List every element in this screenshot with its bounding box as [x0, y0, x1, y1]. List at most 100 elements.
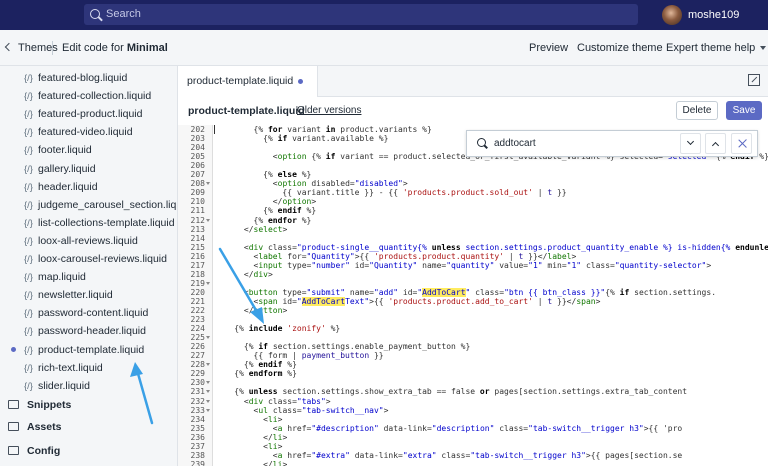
line-number: 206: [190, 161, 205, 171]
code-line[interactable]: {% endfor %}: [215, 216, 312, 225]
fold-toggle-icon[interactable]: [206, 408, 210, 412]
sidebar-file-loox-all-reviews-liquid[interactable]: {/} loox-all-reviews.liquid: [24, 232, 138, 250]
folder-assets[interactable]: Assets: [8, 418, 61, 436]
sidebar-file-slider-liquid[interactable]: {/} slider.liquid: [24, 377, 90, 395]
code-line[interactable]: <button type="submit" name="add" id="Add…: [215, 287, 716, 297]
sidebar-file-featured-video-liquid[interactable]: {/} featured-video.liquid: [24, 123, 133, 141]
find-input[interactable]: addtocart: [494, 131, 536, 156]
tab-product-template[interactable]: product-template.liquid: [178, 66, 318, 97]
code-line[interactable]: {% for variant in product.variants %}: [215, 125, 432, 134]
code-line[interactable]: </button>: [215, 306, 287, 315]
code-line[interactable]: {% if section.settings.enable_payment_bu…: [215, 342, 470, 351]
sidebar-file-loox-carousel-reviews-liquid[interactable]: {/} loox-carousel-reviews.liquid: [24, 250, 167, 268]
search-input[interactable]: Search: [84, 4, 638, 25]
line-number: 204: [190, 143, 205, 153]
preview-link[interactable]: Preview: [529, 30, 568, 66]
sidebar-file-label: rich-text.liquid: [38, 361, 103, 374]
line-number: 222: [190, 306, 205, 315]
line-number: 208: [190, 179, 205, 189]
top-bar: Search moshe109 Admin: [0, 0, 768, 51]
line-number: 226: [190, 342, 205, 352]
sidebar-file-gallery-liquid[interactable]: {/} gallery.liquid: [24, 160, 96, 178]
folder-config[interactable]: Config: [8, 442, 60, 460]
find-options-button[interactable]: [680, 133, 701, 154]
customize-theme-link[interactable]: Customize theme: [577, 30, 663, 66]
code-line[interactable]: </li>: [215, 460, 287, 466]
fold-toggle-icon[interactable]: [206, 399, 210, 403]
fold-toggle-icon[interactable]: [206, 363, 210, 367]
code-line[interactable]: {% unless section.settings.show_extra_ta…: [215, 387, 687, 396]
sidebar-file-footer-liquid[interactable]: {/} footer.liquid: [24, 141, 92, 159]
sidebar-file-list-collections-template-liquid[interactable]: {/} list-collections-template.liquid: [24, 214, 175, 232]
code-line[interactable]: </div>: [215, 270, 273, 279]
code-line[interactable]: <label for="Quantity">{{ 'products.produ…: [215, 252, 577, 261]
sidebar-file-header-liquid[interactable]: {/} header.liquid: [24, 178, 98, 196]
chevron-up-icon: [711, 141, 720, 150]
code-line[interactable]: {% endform %}: [215, 369, 297, 378]
sidebar-file-password-header-liquid[interactable]: {/} password-header.liquid: [24, 322, 146, 340]
sidebar-file-product-template-liquid[interactable]: {/} product-template.liquid: [24, 341, 144, 359]
sidebar-file-rich-text-liquid[interactable]: {/} rich-text.liquid: [24, 359, 103, 377]
sidebar-file-featured-blog-liquid[interactable]: {/} featured-blog.liquid: [24, 69, 127, 87]
save-button[interactable]: Save: [726, 101, 762, 120]
code-line[interactable]: <div class="product-single__quantity{% u…: [215, 243, 768, 252]
fold-toggle-icon[interactable]: [206, 336, 210, 340]
liquid-file-icon: {/}: [24, 344, 33, 356]
sidebar-file-label: slider.liquid: [38, 379, 90, 392]
folder-snippets[interactable]: Snippets: [8, 396, 71, 414]
fold-toggle-icon[interactable]: [206, 218, 210, 222]
search-placeholder: Search: [106, 8, 141, 20]
liquid-file-icon: {/}: [24, 73, 33, 84]
code-line[interactable]: {{ variant.title }} - {{ 'products.produ…: [215, 188, 566, 197]
line-number: 207: [190, 170, 205, 180]
code-line[interactable]: {% include 'zonify' %}: [215, 324, 340, 333]
code-line[interactable]: <ul class="tab-switch__nav">: [215, 406, 389, 415]
line-number: 205: [190, 152, 205, 162]
code-line[interactable]: </li>: [215, 433, 287, 442]
find-previous-button[interactable]: [705, 133, 726, 154]
code-line[interactable]: <input type="number" id="Quantity" name=…: [215, 261, 712, 270]
expert-theme-help-dropdown[interactable]: Expert theme help: [666, 30, 767, 66]
fold-toggle-icon[interactable]: [206, 281, 210, 285]
code-line[interactable]: <li>: [215, 415, 282, 424]
avatar[interactable]: [662, 5, 682, 25]
code-line[interactable]: <span id="AddToCartText">{{ 'products.pr…: [215, 296, 600, 306]
close-find-button[interactable]: [731, 133, 752, 154]
line-number: 209: [190, 188, 205, 198]
back-to-themes-link[interactable]: Themes: [4, 30, 58, 66]
code-line[interactable]: <a href="#extra" data-link="extra" class…: [215, 451, 682, 460]
code-line[interactable]: <option disabled="disabled">: [215, 179, 408, 188]
code-line[interactable]: <a href="#description" data-link="descri…: [215, 424, 682, 433]
code-line[interactable]: {% endif %}: [215, 360, 297, 369]
line-number: 210: [190, 197, 205, 207]
liquid-file-icon: {/}: [24, 109, 33, 121]
fold-toggle-icon[interactable]: [206, 390, 210, 394]
sidebar-file-map-liquid[interactable]: {/} map.liquid: [24, 268, 86, 286]
fold-toggle-icon[interactable]: [206, 381, 210, 385]
delete-button[interactable]: Delete: [676, 101, 718, 120]
older-versions-link[interactable]: Older versions: [297, 97, 361, 125]
fold-toggle-icon[interactable]: [206, 182, 210, 186]
line-number: 227: [190, 351, 205, 361]
code-line[interactable]: {% if variant.available %}: [215, 134, 388, 143]
code-line[interactable]: </select>: [215, 225, 287, 234]
code-line[interactable]: <div class="tabs">: [215, 397, 331, 406]
expand-icon[interactable]: [748, 74, 760, 86]
line-number: 229: [190, 369, 205, 379]
line-number: 212: [190, 215, 205, 225]
sidebar-file-featured-collection-liquid[interactable]: {/} featured-collection.liquid: [24, 87, 151, 105]
code-editor[interactable]: 202 203 204 205 206 207 208 209 210 211 212 213 214 2…: [178, 125, 768, 466]
code-line[interactable]: {% endif %}: [215, 206, 316, 215]
sidebar-file-newsletter-liquid[interactable]: {/} newsletter.liquid: [24, 286, 113, 304]
sidebar-file-label: header.liquid: [38, 180, 98, 193]
sidebar-file-label: featured-blog.liquid: [38, 72, 128, 84]
line-number: 233: [190, 405, 205, 415]
code-line[interactable]: {% else %}: [215, 170, 311, 179]
sidebar-file-featured-product-liquid[interactable]: {/} featured-product.liquid: [24, 105, 142, 123]
code-line[interactable]: {{ form | payment_button }}: [215, 351, 384, 360]
folder-label: Snippets: [27, 399, 72, 411]
sidebar-file-password-content-liquid[interactable]: {/} password-content.liquid: [24, 304, 148, 322]
sidebar-file-judgeme-carousel-section-liquid[interactable]: {/} judgeme_carousel_section.liquid: [24, 196, 177, 214]
code-line[interactable]: <li>: [215, 442, 282, 451]
user-name[interactable]: moshe109 Admin: [688, 0, 768, 51]
